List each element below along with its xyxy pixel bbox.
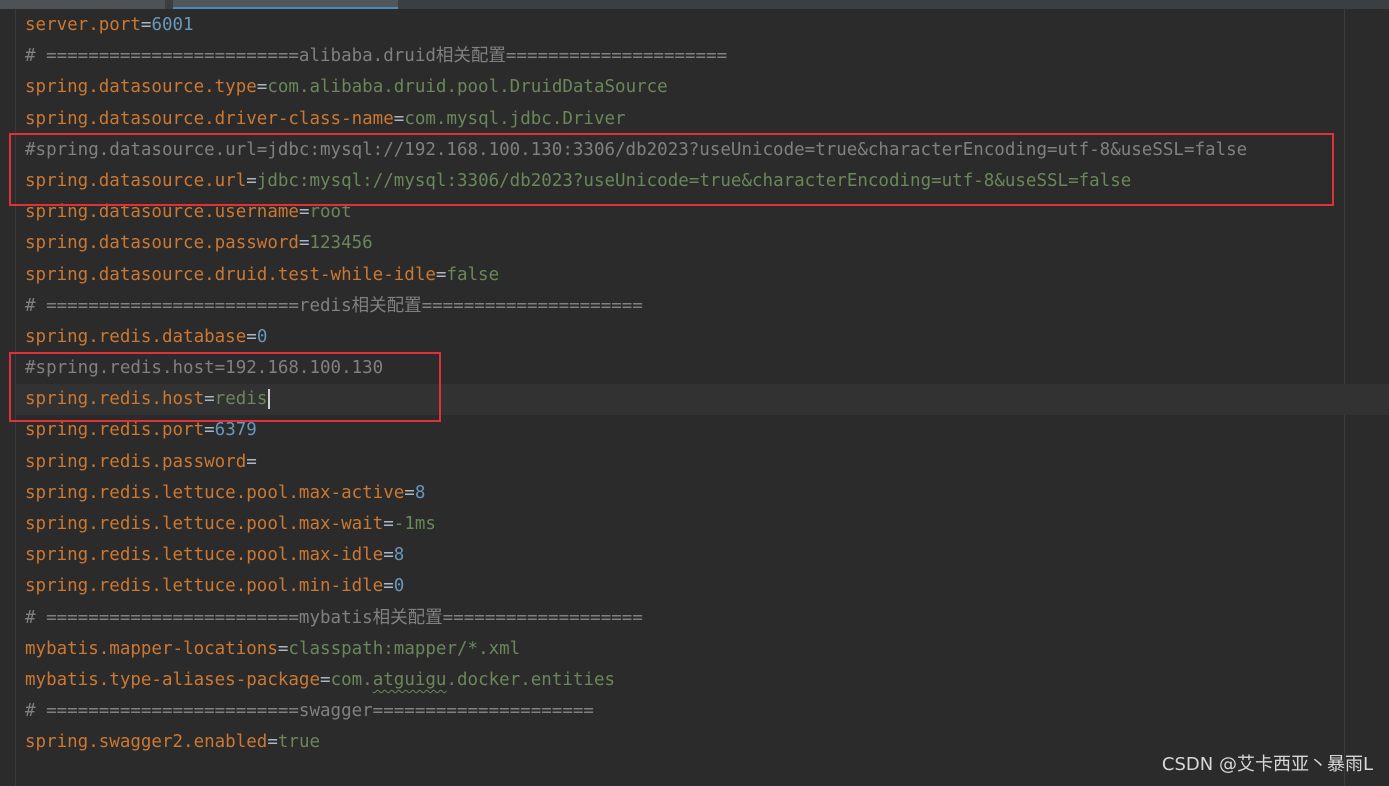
property-value: 8 — [393, 545, 405, 566]
equals-sign: = — [277, 638, 289, 659]
property-key: spring.datasource.password — [25, 233, 299, 254]
equals-sign: = — [383, 576, 394, 597]
code-line[interactable]: # ========================swagger=======… — [25, 696, 1247, 727]
comment-text: # ========================mybatis相关配置===… — [25, 607, 643, 628]
spellcheck-squiggle: atguigu — [372, 669, 447, 690]
property-key: spring.datasource.type — [25, 77, 257, 98]
code-line[interactable]: server.port=6001 — [25, 10, 1247, 41]
editor-tab-strip — [0, 0, 1389, 9]
equals-sign: = — [320, 669, 331, 690]
code-line[interactable]: spring.datasource.password=123456 — [25, 228, 1247, 259]
editor-tab-active[interactable] — [173, 0, 398, 9]
equals-sign: = — [383, 545, 394, 566]
property-key: spring.redis.lettuce.pool.max-wait — [25, 514, 384, 534]
code-line[interactable]: spring.redis.lettuce.pool.max-idle=8 — [25, 540, 1247, 571]
property-value: 8 — [414, 482, 426, 503]
code-line[interactable]: spring.datasource.type=com.alibaba.druid… — [25, 72, 1247, 103]
highlight-box-datasource-url — [9, 133, 1334, 206]
comment-text: # ========================alibaba.druid相… — [25, 46, 728, 67]
code-editor[interactable]: server.port=6001 # ======================… — [0, 0, 1389, 786]
comment-text: # ========================redis相关配置=====… — [25, 295, 643, 316]
property-key: mybatis.type-aliases-package — [25, 669, 321, 690]
equals-sign: = — [140, 15, 152, 35]
code-line[interactable]: spring.swagger2.enabled=true — [25, 727, 1247, 758]
code-line[interactable]: spring.datasource.druid.test-while-idle=… — [25, 260, 1247, 291]
property-key: spring.redis.password — [25, 451, 247, 472]
property-key: mybatis.mapper-locations — [25, 638, 278, 659]
code-line[interactable]: # ========================mybatis相关配置===… — [25, 603, 1247, 634]
property-key: spring.redis.database — [25, 326, 247, 347]
highlight-box-redis-host — [9, 352, 441, 422]
property-value: com.alibaba.druid.pool.DruidDataSource — [267, 77, 668, 98]
equals-sign: = — [246, 451, 257, 472]
property-value: com.atguigu.docker.entities — [330, 669, 616, 690]
property-key: server.port — [25, 15, 141, 35]
property-value: 123456 — [309, 233, 373, 254]
code-line[interactable]: spring.redis.lettuce.pool.min-idle=0 — [25, 571, 1247, 602]
equals-sign: = — [246, 326, 257, 347]
code-line[interactable]: # ========================alibaba.druid相… — [25, 41, 1247, 72]
equals-sign: = — [404, 482, 415, 503]
property-key: spring.redis.port — [25, 420, 205, 441]
watermark: CSDN @艾卡西亚丶暴雨L — [1161, 754, 1373, 775]
code-line[interactable]: spring.redis.password= — [25, 447, 1247, 478]
property-value: false — [446, 264, 500, 285]
property-value: 6001 — [151, 15, 194, 35]
code-line[interactable]: # ========================redis相关配置=====… — [25, 291, 1247, 322]
property-value: 0 — [393, 576, 405, 597]
equals-sign: = — [267, 732, 278, 753]
property-key: spring.datasource.druid.test-while-idle — [25, 264, 436, 285]
property-value: com.mysql.jdbc.Driver — [404, 108, 626, 129]
equals-sign: = — [256, 77, 268, 98]
property-key: spring.datasource.driver-class-name — [25, 108, 394, 129]
equals-sign: = — [383, 514, 394, 534]
property-key: spring.redis.lettuce.pool.min-idle — [25, 576, 384, 597]
code-line[interactable]: spring.redis.lettuce.pool.max-wait=-1ms — [25, 509, 1247, 540]
comment-text: # ========================swagger=======… — [25, 701, 594, 722]
editor-tab[interactable] — [0, 0, 165, 9]
property-key: spring.swagger2.enabled — [25, 732, 268, 753]
property-value: classpath:mapper/*.xml — [288, 638, 521, 659]
property-key: spring.redis.lettuce.pool.max-idle — [25, 545, 384, 566]
property-value: -1ms — [393, 514, 436, 534]
property-value: 6379 — [214, 420, 257, 441]
code-line[interactable]: mybatis.type-aliases-package=com.atguigu… — [25, 665, 1247, 696]
code-line[interactable]: mybatis.mapper-locations=classpath:mappe… — [25, 634, 1247, 665]
code-line[interactable]: spring.datasource.driver-class-name=com.… — [25, 104, 1247, 135]
property-value: true — [277, 732, 321, 753]
equals-sign: = — [435, 264, 447, 285]
equals-sign: = — [298, 233, 310, 254]
code-line[interactable]: spring.redis.database=0 — [25, 322, 1247, 353]
equals-sign: = — [393, 108, 405, 129]
property-key: spring.redis.lettuce.pool.max-active — [25, 482, 405, 503]
code-line[interactable]: spring.redis.lettuce.pool.max-active=8 — [25, 478, 1247, 509]
property-value: 0 — [256, 326, 268, 347]
equals-sign: = — [204, 420, 215, 441]
